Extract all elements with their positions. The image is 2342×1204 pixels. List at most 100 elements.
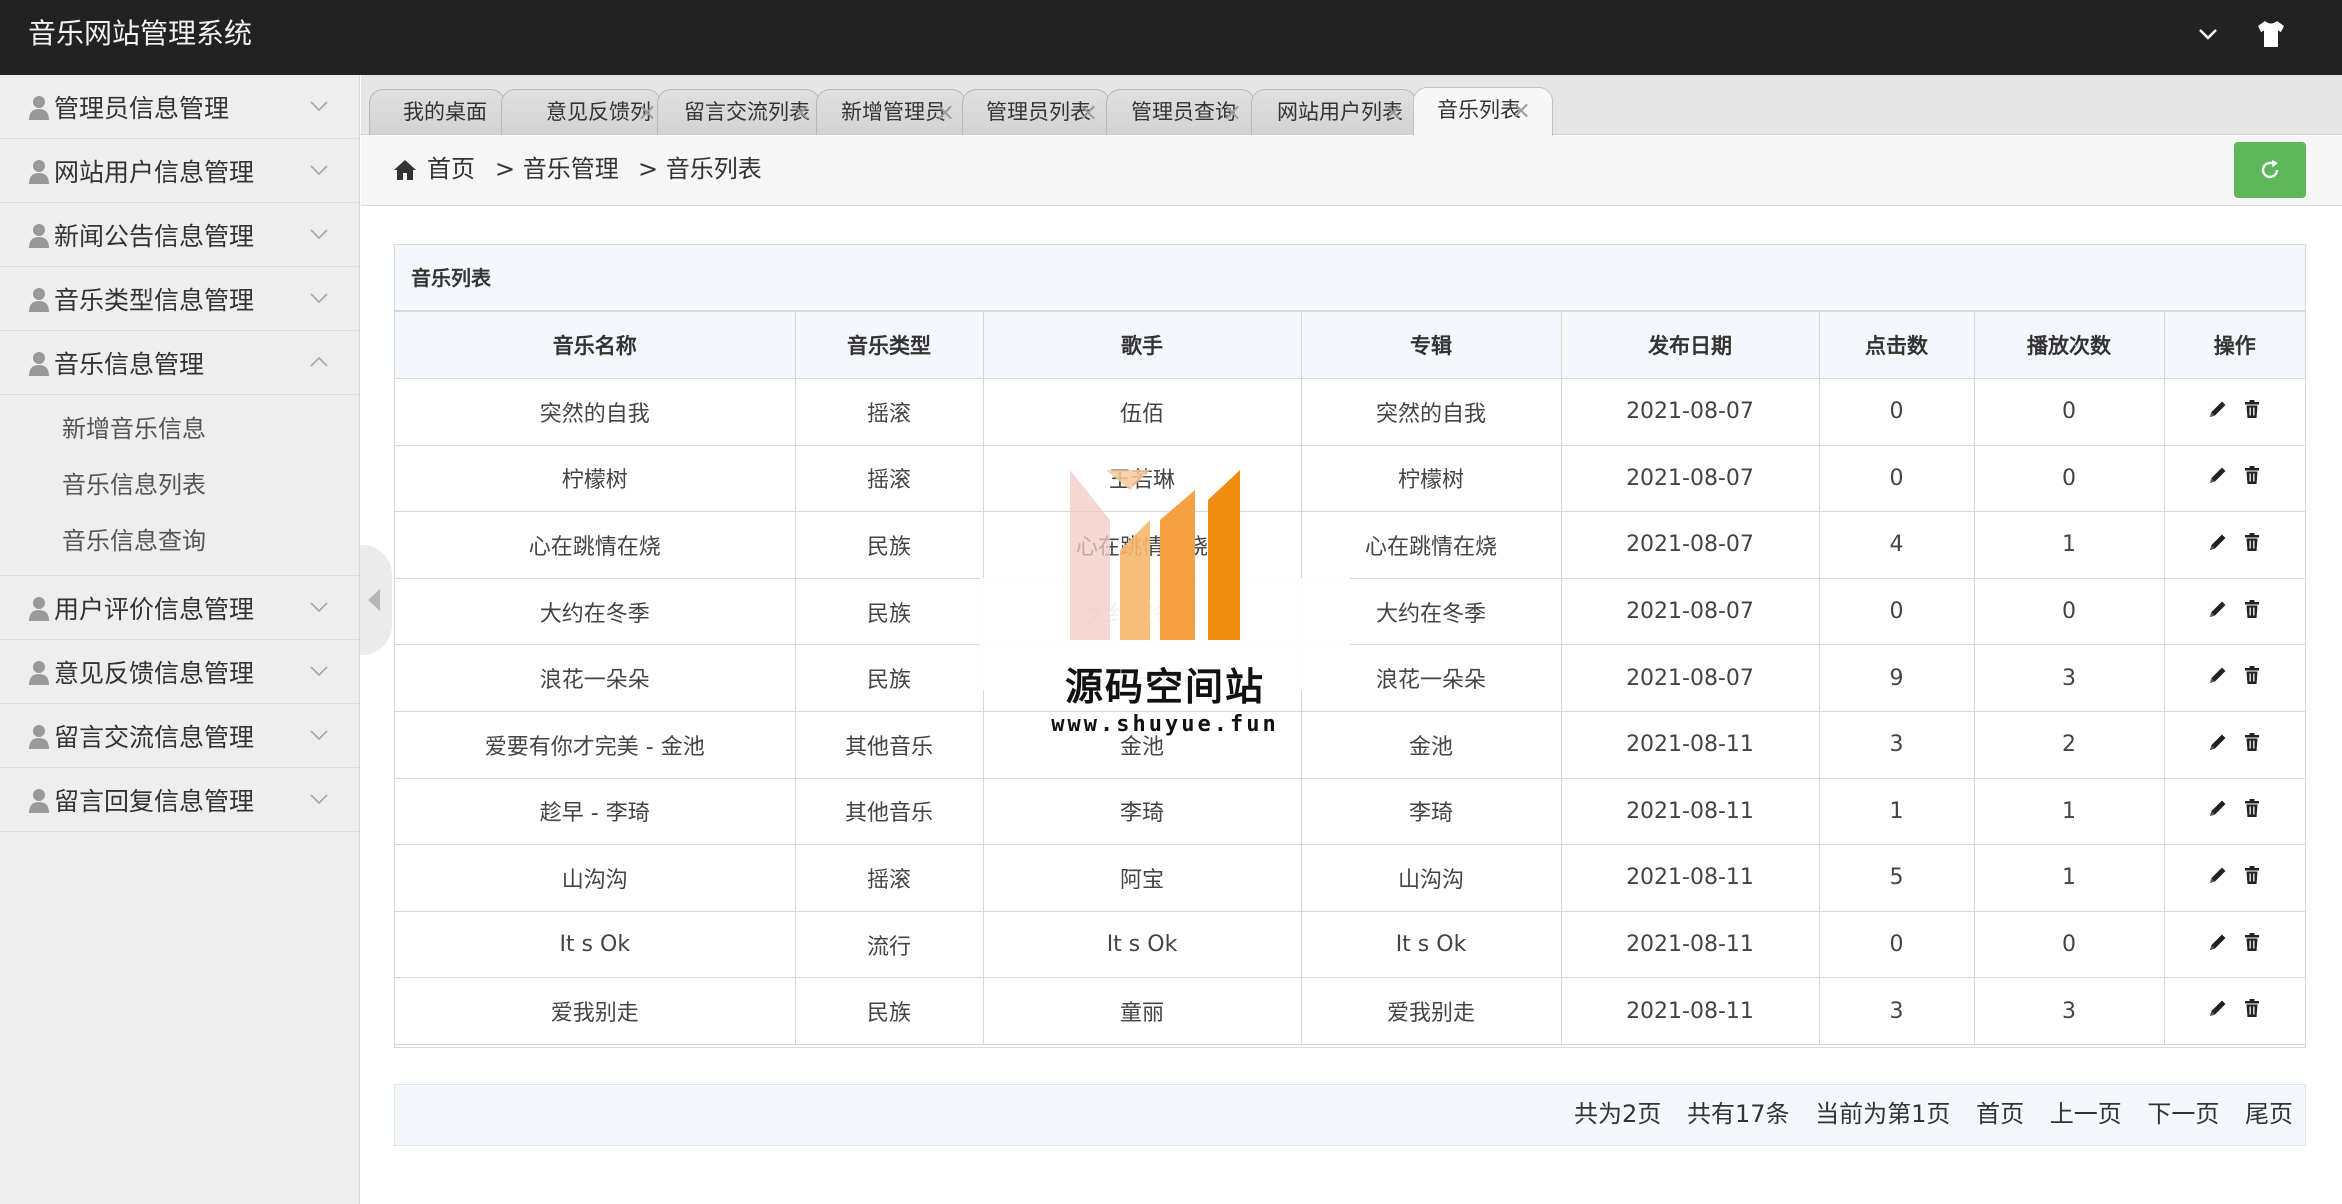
tab-close-icon[interactable]: × xyxy=(1222,90,1242,134)
table-cell: 2021-08-07 xyxy=(1560,644,1820,712)
table-cell: 0 xyxy=(1818,910,1975,979)
row-actions-group xyxy=(2208,599,2262,619)
delete-icon[interactable] xyxy=(2242,465,2262,485)
table-cell: 浪花一朵朵 xyxy=(982,644,1302,712)
tab[interactable]: 新增管理员 × xyxy=(816,89,966,135)
table-cell: 爱要有你才完美 - 金池 xyxy=(395,710,796,779)
row-actions-group xyxy=(2208,798,2262,818)
tab-close-icon[interactable]: × xyxy=(1511,88,1531,132)
column-header: 歌手 xyxy=(982,311,1302,379)
chevron-up-icon xyxy=(310,356,328,367)
table-cell: 大约在冬季 xyxy=(395,577,796,646)
sidebar-subitem[interactable]: 音乐信息查询 xyxy=(0,513,359,569)
tshirt-icon[interactable] xyxy=(2254,17,2288,51)
table-cell: 大约在冬季 xyxy=(1300,577,1562,646)
tab[interactable]: 留言交流列表 × xyxy=(657,89,820,135)
sidebar-subitem[interactable]: 新增音乐信息 xyxy=(0,401,359,457)
edit-icon[interactable] xyxy=(2208,732,2228,752)
sidebar-item[interactable]: 音乐信息管理 xyxy=(0,331,359,395)
sidebar-item[interactable]: 管理员信息管理 xyxy=(0,75,359,139)
table-cell: 9 xyxy=(1818,644,1975,712)
sidebar-item[interactable]: 新闻公告信息管理 xyxy=(0,203,359,267)
sidebar-submenu: 新增音乐信息 音乐信息列表 音乐信息查询 xyxy=(0,395,359,576)
pagination-first-link[interactable]: 首页 xyxy=(1976,1100,2024,1128)
tab-close-icon[interactable]: × xyxy=(1383,90,1403,134)
column-header: 音乐名称 xyxy=(395,311,796,379)
delete-icon[interactable] xyxy=(2242,599,2262,619)
delete-icon[interactable] xyxy=(2242,665,2262,685)
table-cell: 童丽 xyxy=(982,977,1302,1045)
tab[interactable]: 网站用户列表 × xyxy=(1251,89,1417,135)
refresh-button[interactable] xyxy=(2234,142,2306,198)
tab[interactable]: 我的桌面 xyxy=(369,89,505,135)
delete-icon[interactable] xyxy=(2242,798,2262,818)
edit-icon[interactable] xyxy=(2208,599,2228,619)
refresh-icon xyxy=(2261,160,2279,179)
tab[interactable]: 管理员查询 × xyxy=(1106,89,1255,135)
row-actions xyxy=(2163,644,2305,712)
breadcrumb-music-management[interactable]: > 音乐管理 xyxy=(495,154,619,184)
table-cell: 1 xyxy=(1973,844,2165,912)
user-icon xyxy=(29,223,49,248)
sidebar-item[interactable]: 用户评价信息管理 xyxy=(0,576,359,640)
table-cell: 0 xyxy=(1973,910,2165,979)
sidebar-item[interactable]: 网站用户信息管理 xyxy=(0,139,359,203)
table-cell: 李琦 xyxy=(982,777,1302,846)
table-cell: 3 xyxy=(1818,977,1975,1045)
table-cell: 其他音乐 xyxy=(794,710,984,779)
delete-icon[interactable] xyxy=(2242,399,2262,419)
tab[interactable]: 管理员列表 × xyxy=(962,89,1110,135)
sidebar-item[interactable]: 音乐类型信息管理 xyxy=(0,267,359,331)
tab-close-icon[interactable]: × xyxy=(791,90,811,134)
column-header: 点击数 xyxy=(1818,311,1975,379)
edit-icon[interactable] xyxy=(2208,998,2228,1018)
delete-icon[interactable] xyxy=(2242,998,2262,1018)
table-cell: 2021-08-11 xyxy=(1560,777,1820,846)
edit-icon[interactable] xyxy=(2208,865,2228,885)
delete-icon[interactable] xyxy=(2242,865,2262,885)
tab[interactable]: 意见反馈列表× xyxy=(501,89,661,168)
delete-icon[interactable] xyxy=(2242,532,2262,552)
column-header: 播放次数 xyxy=(1973,311,2165,379)
tab-close-icon[interactable]: × xyxy=(935,90,955,134)
tab-close-icon[interactable]: × xyxy=(1078,90,1098,134)
table-row: 大约在冬季 民族 大约在冬季 大约在冬季 2021-08-07 0 0 xyxy=(395,577,2305,646)
edit-icon[interactable] xyxy=(2208,532,2228,552)
table-cell: 4 xyxy=(1818,511,1975,579)
edit-icon[interactable] xyxy=(2208,932,2228,952)
table-cell: It s Ok xyxy=(982,910,1302,979)
edit-icon[interactable] xyxy=(2208,665,2228,685)
tab-bar: 我的桌面意见反馈列表×留言交流列表×新增管理员×管理员列表×管理员查询×网站用户… xyxy=(361,75,2342,168)
music-list-panel: 音乐列表 音乐名称 音乐类型 歌手 专辑 发布日期 点击数 播放次数 操作 突然的自我 摇滚 伍佰… xyxy=(394,244,2306,1048)
sidebar-item-label: 留言回复信息管理 xyxy=(54,786,255,816)
sidebar-item[interactable]: 意见反馈信息管理 xyxy=(0,640,359,704)
pagination-last-link[interactable]: 尾页 xyxy=(2245,1100,2293,1128)
sidebar-subitem[interactable]: 音乐信息列表 xyxy=(0,457,359,513)
chevron-down-icon xyxy=(310,293,328,304)
table-cell: 0 xyxy=(1818,577,1975,646)
sidebar-item[interactable]: 留言交流信息管理 xyxy=(0,704,359,768)
pagination-prev-link[interactable]: 上一页 xyxy=(2050,1100,2122,1128)
edit-icon[interactable] xyxy=(2208,798,2228,818)
edit-icon[interactable] xyxy=(2208,399,2228,419)
table-cell: 1 xyxy=(1973,511,2165,579)
table-cell: 柠檬树 xyxy=(395,444,796,513)
delete-icon[interactable] xyxy=(2242,732,2262,752)
sidebar-item-label: 网站用户信息管理 xyxy=(54,157,255,187)
table-cell: 王若琳 xyxy=(982,444,1302,513)
tab-close-icon[interactable]: × xyxy=(637,90,657,134)
edit-icon[interactable] xyxy=(2208,465,2228,485)
chevron-down-icon[interactable] xyxy=(2196,22,2220,46)
breadcrumb-home[interactable]: 首页 xyxy=(427,154,475,184)
pagination-next-link[interactable]: 下一页 xyxy=(2147,1100,2219,1128)
sidebar-collapse-toggle[interactable] xyxy=(360,545,392,655)
table-cell: 2021-08-07 xyxy=(1560,378,1820,446)
delete-icon[interactable] xyxy=(2242,932,2262,952)
table-cell: 大约在冬季 xyxy=(982,577,1302,646)
tab-label: 音乐列表 xyxy=(1437,98,1521,122)
tab[interactable]: 音乐列表 × xyxy=(1413,87,1553,136)
sidebar-item-label: 留言交流信息管理 xyxy=(54,722,255,752)
sidebar-item[interactable]: 留言回复信息管理 xyxy=(0,768,359,832)
row-actions-group xyxy=(2208,465,2262,485)
column-header: 发布日期 xyxy=(1560,311,1820,379)
